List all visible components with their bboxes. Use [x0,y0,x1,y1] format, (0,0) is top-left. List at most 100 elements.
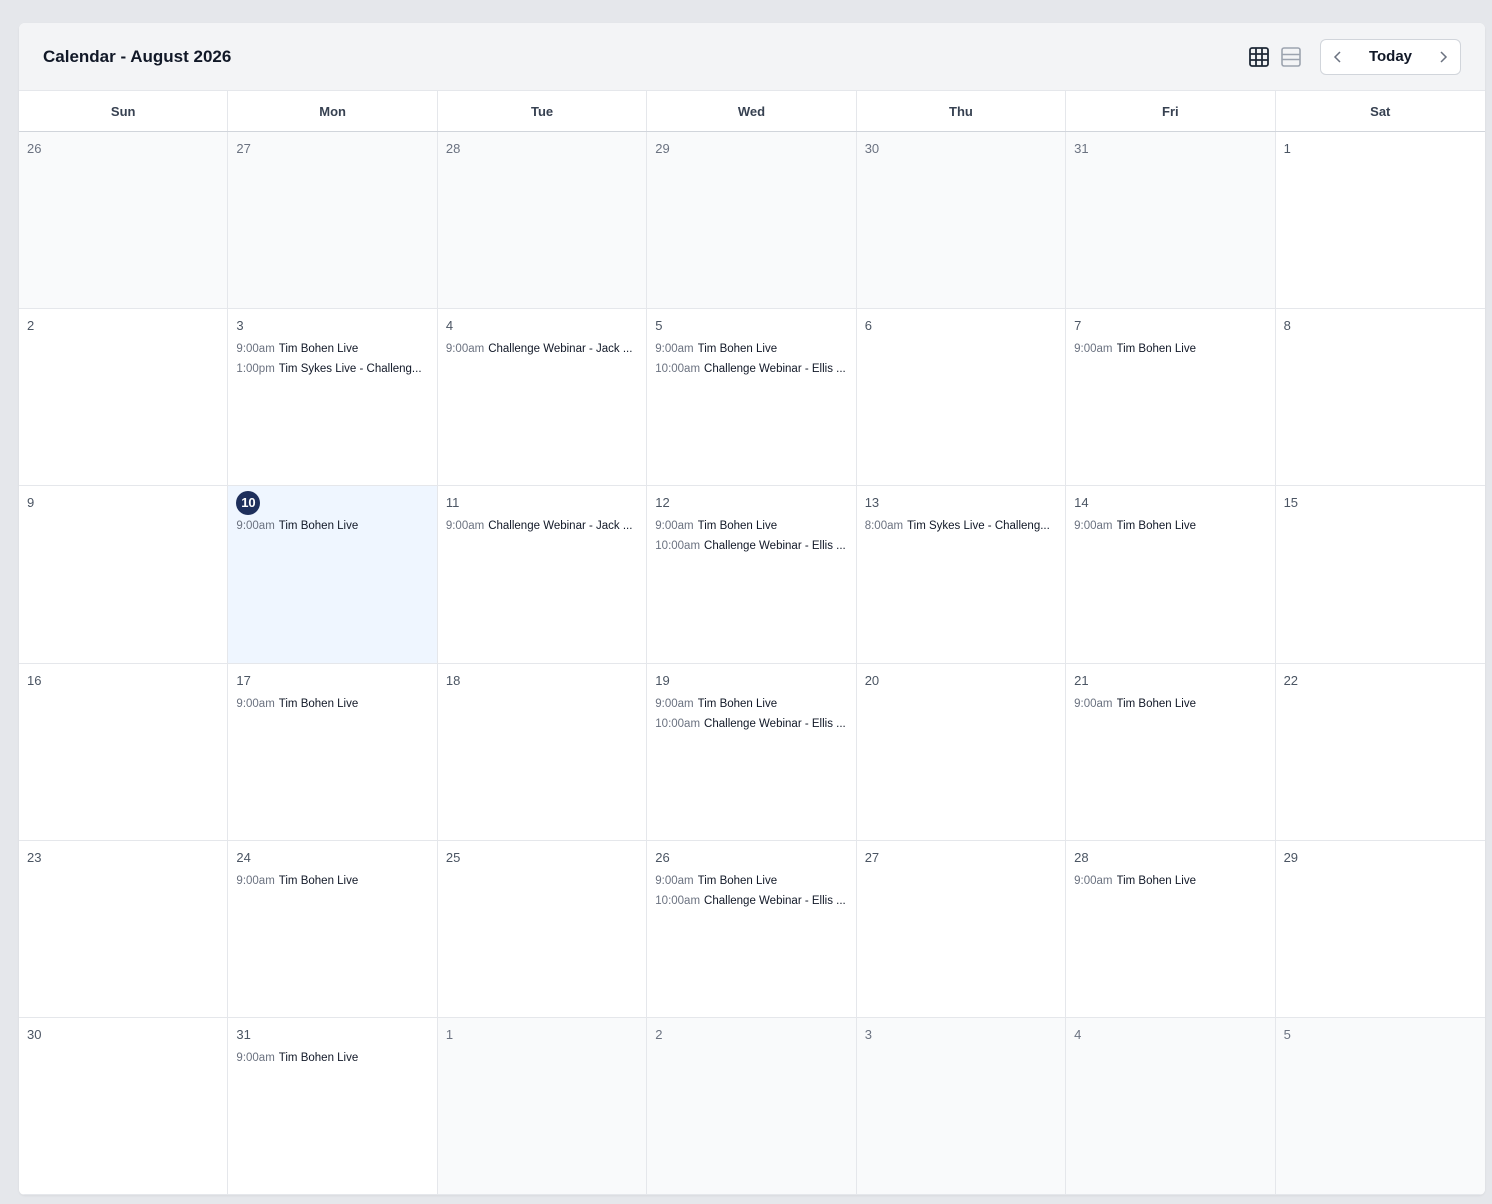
day-cell[interactable]: 4 [1066,1017,1276,1195]
event-time: 9:00am [236,520,275,533]
calendar-event[interactable]: 9:00am Challenge Webinar - Jack ... [446,339,638,359]
day-cell[interactable]: 20 [856,663,1067,841]
calendar-event[interactable]: 9:00am Tim Bohen Live [655,516,847,536]
day-number: 22 [1283,672,1299,688]
day-number: 8 [1283,318,1291,334]
calendar-event[interactable]: 9:00am Tim Bohen Live [1074,516,1266,536]
calendar-event[interactable]: 9:00am Tim Bohen Live [1074,694,1266,714]
day-cell[interactable]: 22 [1275,663,1485,841]
day-cell[interactable]: 29 [647,132,857,310]
calendar-event[interactable]: 9:00am Tim Bohen Live [236,1048,428,1068]
event-time: 1:00pm [236,363,275,376]
day-cell[interactable]: 16 [19,663,229,841]
day-cell[interactable]: 8 [1275,309,1485,487]
day-cell[interactable]: 18 [437,663,648,841]
day-cell[interactable]: 5 9:00am Tim Bohen Live 10:00am Challenge We… [647,309,857,487]
day-number: 16 [27,672,42,688]
calendar-event[interactable]: 9:00am Tim Bohen Live [1074,339,1266,359]
day-number: 26 [655,849,670,865]
calendar-event[interactable]: 9:00am Tim Bohen Live [655,871,847,891]
today-button[interactable]: Today [1369,48,1412,65]
event-time: 9:00am [445,343,485,356]
day-cell[interactable]: 17 9:00am Tim Bohen Live [228,663,438,841]
day-number: 23 [27,849,42,865]
event-list: 9:00am Tim Bohen Live [236,1048,428,1068]
day-cell[interactable]: 14 9:00am Tim Bohen Live [1066,486,1276,664]
month-grid-icon [1249,46,1269,67]
day-cell[interactable]: 3 [856,1017,1067,1195]
day-number: 15 [1283,495,1299,511]
date-navigation: Today [1320,38,1461,75]
month-view-button[interactable] [1248,46,1270,68]
calendar-event[interactable]: 9:00am Tim Bohen Live [655,339,847,359]
event-list: 9:00am Tim Bohen Live [1074,694,1266,714]
day-cell[interactable]: 6 [856,309,1067,487]
chevron-left-icon [1333,50,1341,63]
day-cell[interactable]: 30 [19,1017,229,1195]
day-number: 21 [1074,672,1089,688]
day-cell[interactable]: 13 8:00am Tim Sykes Live - Challeng... [856,486,1067,664]
calendar-event[interactable]: 9:00am Tim Bohen Live [1074,871,1266,891]
day-number: 7 [1074,318,1082,334]
weekday-header-row: Sun Mon Tue Wed Thu Fri Sat [19,91,1485,132]
day-number: 28 [1074,849,1089,865]
day-cell[interactable]: 3 9:00am Tim Bohen Live 1:00pm Tim Sykes Liv… [228,309,438,487]
event-time: 9:00am [1074,697,1113,710]
calendar-event[interactable]: 10:00am Challenge Webinar - Ellis ... [655,714,847,734]
calendar-event[interactable]: 9:00am Tim Bohen Live [236,516,428,536]
day-cell[interactable]: 4 9:00am Challenge Webinar - Jack ... [437,309,648,487]
event-time: 9:00am [1074,343,1113,356]
calendar-event[interactable]: 9:00am Tim Bohen Live [655,694,847,714]
calendar-event[interactable]: 10:00am Challenge Webinar - Ellis ... [655,359,847,379]
calendar-event[interactable]: 9:00am Tim Bohen Live [236,339,428,359]
day-cell[interactable]: 26 [19,132,229,310]
day-cell[interactable]: 10 9:00am Tim Bohen Live [228,486,438,664]
event-title: Tim Bohen Live [1116,697,1196,710]
event-title: Tim Bohen Live [697,874,778,887]
day-cell[interactable]: 28 9:00am Tim Bohen Live [1066,840,1276,1018]
day-number: 31 [1074,141,1089,156]
day-cell[interactable]: 31 9:00am Tim Bohen Live [228,1017,438,1195]
day-cell[interactable]: 31 [1066,132,1276,310]
day-cell[interactable]: 27 [856,840,1067,1018]
day-cell[interactable]: 26 9:00am Tim Bohen Live 10:00am Challenge W… [647,840,857,1018]
day-cell[interactable]: 25 [437,840,648,1018]
day-cell[interactable]: 19 9:00am Tim Bohen Live 10:00am Challenge W… [647,663,857,841]
event-title: Challenge Webinar - Jack ... [488,343,633,356]
calendar-event[interactable]: 1:00pm Tim Sykes Live - Challeng... [236,359,428,379]
list-view-button[interactable] [1280,46,1302,68]
day-cell[interactable]: 28 [437,132,648,310]
event-title: Tim Bohen Live [697,520,778,533]
previous-month-button[interactable] [1329,48,1347,66]
day-cell[interactable]: 21 9:00am Tim Bohen Live [1066,663,1276,841]
event-time: 8:00am [864,520,904,533]
calendar-event[interactable]: 9:00am Tim Bohen Live [236,871,428,891]
day-cell[interactable]: 9 [19,486,229,664]
calendar-event[interactable]: 8:00am Tim Sykes Live - Challeng... [865,516,1057,536]
event-title: Challenge Webinar - Ellis ... [704,717,846,730]
day-cell[interactable]: 30 [856,132,1067,310]
day-cell[interactable]: 15 [1275,486,1485,664]
calendar-event[interactable]: 9:00am Challenge Webinar - Jack ... [446,516,638,536]
day-cell[interactable]: 12 9:00am Tim Bohen Live 10:00am Challenge W… [647,486,857,664]
next-month-button[interactable] [1434,48,1452,66]
day-cell[interactable]: 29 [1275,840,1485,1018]
day-cell[interactable]: 7 9:00am Tim Bohen Live [1066,309,1276,487]
day-cell[interactable]: 5 [1275,1017,1485,1195]
event-title: Challenge Webinar - Ellis ... [704,363,846,376]
calendar-event[interactable]: 10:00am Challenge Webinar - Ellis ... [655,536,847,556]
event-time: 9:00am [655,697,694,710]
day-cell[interactable]: 11 9:00am Challenge Webinar - Jack ... [437,486,648,664]
day-cell[interactable]: 1 [437,1017,648,1195]
calendar-event[interactable]: 9:00am Tim Bohen Live [236,694,428,714]
day-cell[interactable]: 27 [228,132,438,310]
day-cell[interactable]: 1 [1275,132,1485,310]
day-cell[interactable]: 23 [19,840,229,1018]
day-cell[interactable]: 2 [647,1017,857,1195]
day-cell[interactable]: 2 [19,309,229,487]
weekday-sun: Sun [19,91,229,131]
day-cell[interactable]: 24 9:00am Tim Bohen Live [228,840,438,1018]
day-number: 28 [445,141,461,156]
day-number: 17 [236,672,251,688]
calendar-event[interactable]: 10:00am Challenge Webinar - Ellis ... [655,891,847,911]
